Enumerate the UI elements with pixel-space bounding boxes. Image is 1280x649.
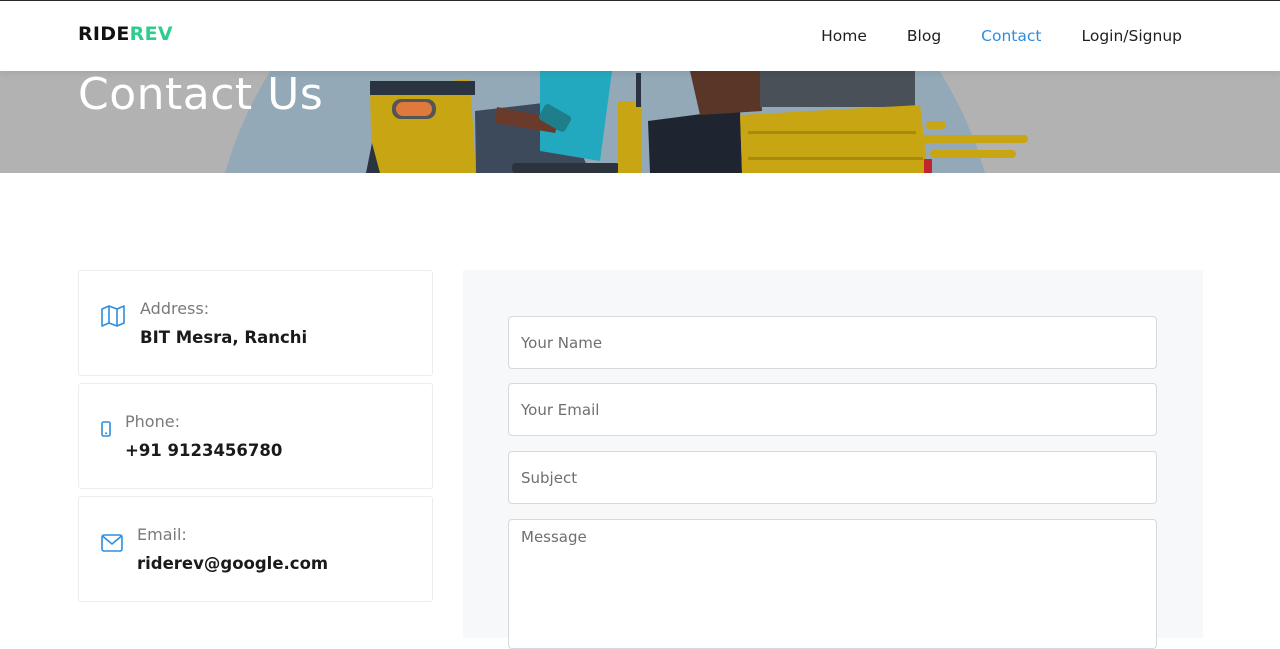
speed-line-2 (920, 135, 1028, 143)
brand-logo-part2: REV (129, 23, 173, 45)
navbar: RIDEREV Home Blog Contact Login/Signup (0, 1, 1280, 71)
address-label: Address: (140, 299, 210, 318)
brand-logo[interactable]: RIDEREV (78, 23, 173, 45)
page-title: Contact Us (78, 71, 324, 120)
rickshaw-right-body (740, 105, 928, 173)
email-input[interactable] (508, 383, 1157, 436)
passenger-body (690, 71, 762, 115)
rickshaw-seat (512, 163, 620, 173)
nav-home-link[interactable]: Home (821, 25, 867, 47)
email-value[interactable]: riderev@google.com (137, 554, 328, 573)
brand-logo-part1: RIDE (78, 23, 130, 45)
phone-icon (101, 421, 111, 441)
hero-banner: Contact Us (0, 71, 1280, 173)
phone-card: Phone: +91 9123456780 (78, 383, 433, 489)
main-nav: Home Blog Contact Login/Signup (781, 25, 1182, 47)
message-textarea[interactable] (508, 519, 1157, 649)
rickshaw-left-roof (370, 81, 475, 95)
address-card: Address: BIT Mesra, Ranchi (78, 270, 433, 376)
map-icon (101, 305, 125, 331)
address-value: BIT Mesra, Ranchi (140, 328, 308, 347)
rickshaw-mid-frame (618, 101, 642, 173)
nav-blog-link[interactable]: Blog (907, 25, 941, 47)
speed-line-1 (926, 121, 946, 129)
rickshaw-right-roof (760, 71, 915, 107)
nav-login-signup-link[interactable]: Login/Signup (1081, 25, 1182, 47)
rickshaw-right-stripe-2 (748, 157, 923, 160)
rickshaw-left-light (396, 102, 432, 116)
speed-line-3 (930, 150, 1016, 158)
email-label: Email: (137, 525, 187, 544)
name-input[interactable] (508, 316, 1157, 369)
rickshaw-tail-light (924, 159, 932, 173)
rickshaw-pole (636, 73, 641, 107)
envelope-icon (101, 534, 123, 556)
top-border (0, 0, 1280, 1)
phone-value: +91 9123456780 (125, 441, 283, 460)
rickshaw-right-stripe-1 (748, 131, 916, 134)
contact-form (463, 270, 1203, 649)
email-card: Email: riderev@google.com (78, 496, 433, 602)
nav-contact-link[interactable]: Contact (981, 25, 1041, 47)
subject-input[interactable] (508, 451, 1157, 504)
phone-label: Phone: (125, 412, 180, 431)
